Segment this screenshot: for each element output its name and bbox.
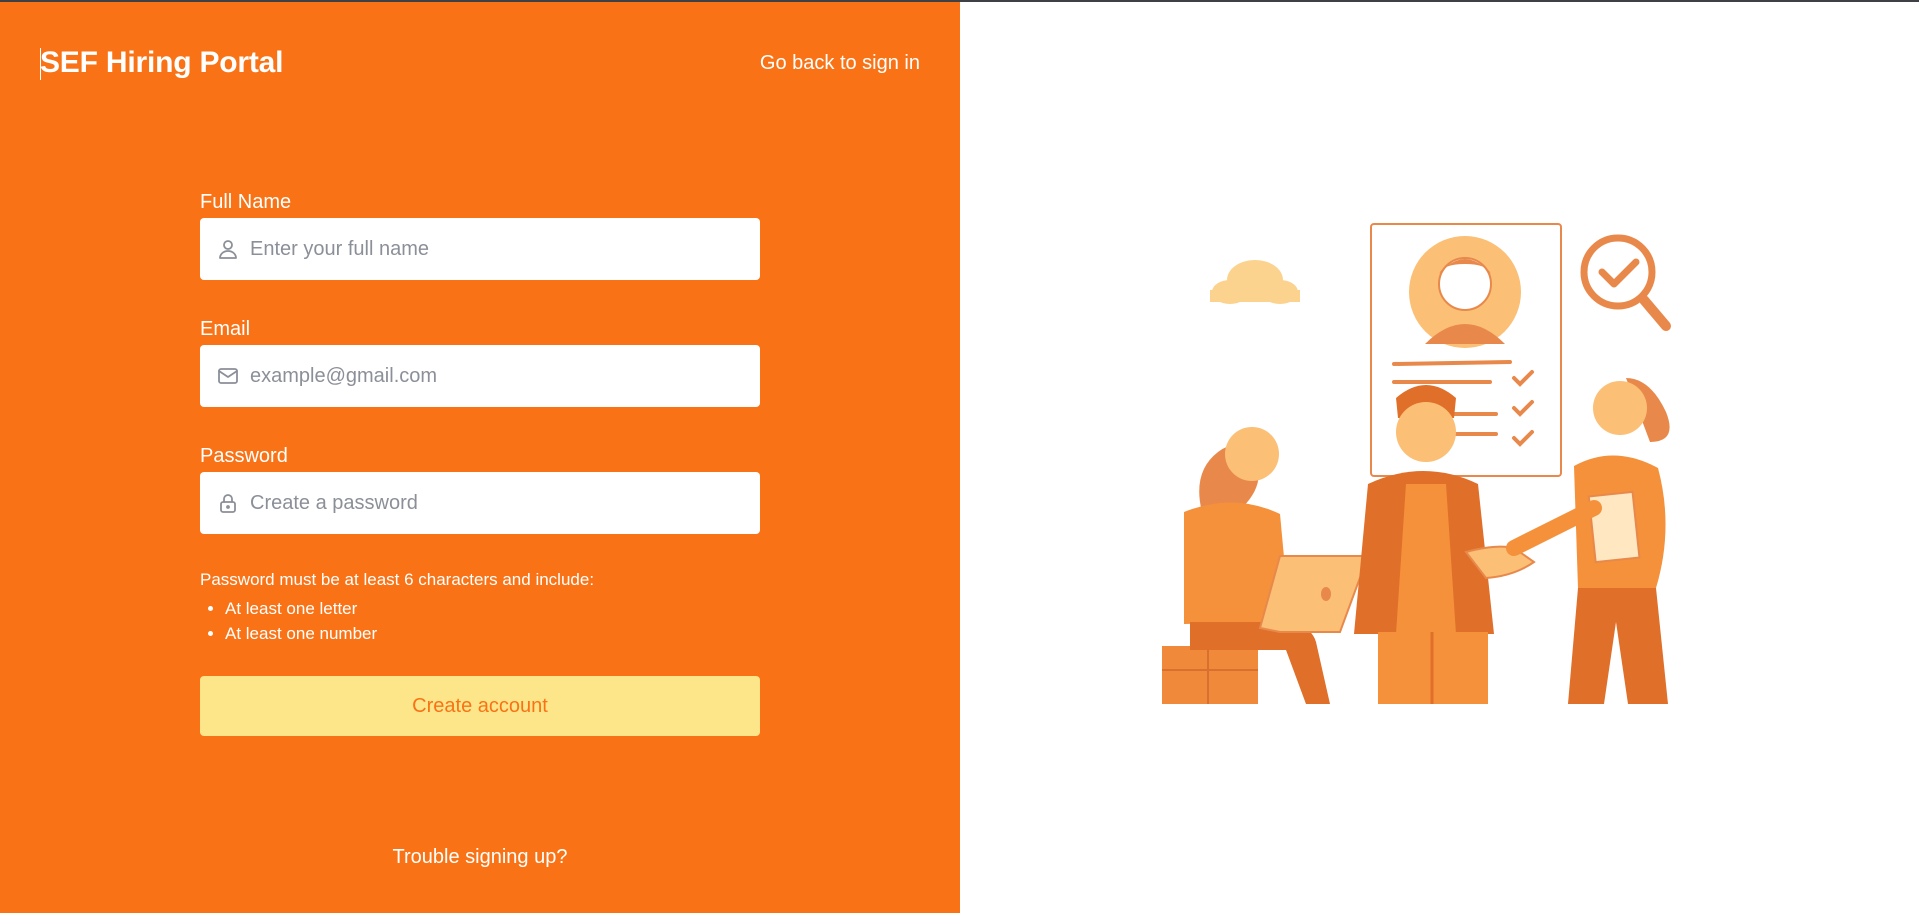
password-requirements: Password must be at least 6 characters a… bbox=[200, 567, 760, 646]
hiring-team-illustration bbox=[1162, 223, 1671, 704]
magnifier-check-icon bbox=[1580, 234, 1671, 331]
password-field[interactable] bbox=[200, 472, 760, 534]
cloud-shape bbox=[1210, 260, 1300, 304]
password-requirements-list: At least one letter At least one number bbox=[225, 596, 760, 646]
mail-icon bbox=[218, 368, 238, 384]
laptop-shape bbox=[1258, 555, 1370, 633]
password-label: Password bbox=[200, 445, 288, 467]
full-name-label: Full Name bbox=[200, 191, 292, 213]
password-requirements-intro: Password must be at least 6 characters a… bbox=[200, 570, 595, 589]
password-input[interactable] bbox=[250, 472, 745, 534]
password-group: Password bbox=[200, 442, 760, 534]
standing-woman-figure bbox=[1568, 378, 1670, 704]
back-to-sign-in-link[interactable]: Go back to sign in bbox=[760, 52, 920, 75]
create-account-button[interactable]: Create account bbox=[200, 676, 760, 736]
brand-title: SEF Hiring Portal bbox=[40, 46, 284, 79]
requirement-item: At least one letter bbox=[225, 596, 760, 621]
box-seat bbox=[1162, 646, 1258, 704]
email-label: Email bbox=[200, 318, 251, 340]
signup-form: Full Name Email Password bbox=[200, 188, 760, 736]
email-input[interactable] bbox=[250, 345, 745, 407]
user-icon bbox=[219, 240, 237, 259]
full-name-field[interactable] bbox=[200, 218, 760, 280]
signup-panel: SEF Hiring Portal Go back to sign in Ful… bbox=[0, 2, 960, 913]
trouble-signing-up-link[interactable]: Trouble signing up? bbox=[0, 846, 960, 869]
illustration-panel bbox=[960, 2, 1919, 913]
full-name-group: Full Name bbox=[200, 188, 760, 280]
email-field[interactable] bbox=[200, 345, 760, 407]
full-name-input[interactable] bbox=[250, 218, 745, 280]
requirement-item: At least one number bbox=[225, 621, 760, 646]
lock-icon bbox=[220, 494, 236, 513]
email-group: Email bbox=[200, 315, 760, 407]
